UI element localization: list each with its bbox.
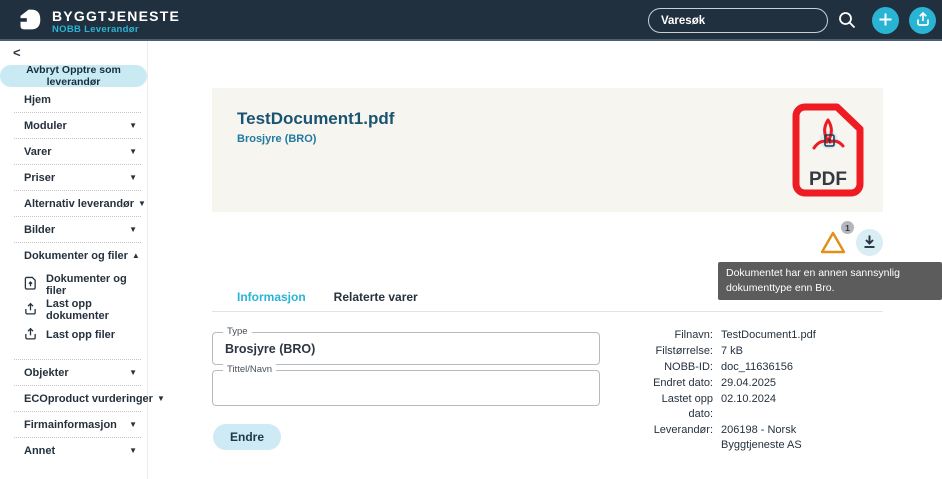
tab-divider xyxy=(212,311,883,312)
sidebar-item-label: Firmainformasjon xyxy=(24,419,125,431)
chevron-down-icon: ▼ xyxy=(129,446,137,455)
chevron-down-icon: ▼ xyxy=(129,225,137,234)
sidebar-item-varer[interactable]: Varer ▼ xyxy=(0,139,147,164)
pdf-file-icon: PDF xyxy=(791,102,865,198)
sidebar-item-objekter[interactable]: Objekter ▼ xyxy=(0,360,147,385)
type-field-input[interactable] xyxy=(213,333,599,364)
app-title: BYGGTJENESTE xyxy=(52,9,180,23)
chevron-down-icon: ▼ xyxy=(157,394,165,403)
detail-label: Leverandør: xyxy=(641,423,713,453)
detail-label: Filnavn: xyxy=(641,328,713,343)
upload-icon xyxy=(915,11,931,30)
main-content: TestDocument1.pdf Brosjyre (BRO) PDF 1 xyxy=(148,41,942,479)
sidebar-item-bilder[interactable]: Bilder ▼ xyxy=(0,217,147,242)
sidebar-item-label: Priser xyxy=(24,172,125,184)
download-icon xyxy=(861,233,878,253)
app-subtitle: NOBB Leverandør xyxy=(52,25,180,35)
detail-value: 206198 - Norsk Byggtjeneste AS xyxy=(721,423,831,453)
document-type-subtitle: Brosjyre (BRO) xyxy=(237,133,316,145)
sidebar-collapse-icon[interactable]: < xyxy=(13,45,21,61)
detail-value: 7 kB xyxy=(721,344,831,359)
sidebar-item-label: Dokumenter og filer xyxy=(24,250,128,262)
detail-label: Endret dato: xyxy=(641,376,713,391)
cancel-impersonation-button[interactable]: Avbryt Opptre som leverandør xyxy=(0,65,147,87)
sidebar-item-firmainformasjon[interactable]: Firmainformasjon ▼ xyxy=(0,412,147,437)
file-details: Filnavn: TestDocument1.pdf Filstørrelse: 7 … xyxy=(641,328,831,453)
chevron-down-icon: ▼ xyxy=(129,147,137,156)
sidebar-item-ecoproduct-vurderinger[interactable]: ECOproduct vurderinger▼ xyxy=(0,386,147,411)
detail-value: doc_11636156 xyxy=(721,360,831,375)
sidebar-nav: HjemModuler▼Varer▼Priser▼Alternativ leve… xyxy=(0,87,147,463)
upload-button[interactable] xyxy=(909,7,936,34)
type-field[interactable]: Type xyxy=(212,332,600,365)
sidebar-item-label: Varer xyxy=(24,146,125,158)
detail-value: 02.10.2024 xyxy=(721,392,831,422)
sidebar-subitem-label: Last opp filer xyxy=(46,329,115,341)
add-button[interactable] xyxy=(872,7,899,34)
detail-value: TestDocument1.pdf xyxy=(721,328,831,343)
detail-value: 29.04.2025 xyxy=(721,376,831,391)
document-title: TestDocument1.pdf xyxy=(237,109,394,129)
title-field[interactable]: Tittel/Navn xyxy=(212,370,600,406)
document-icon xyxy=(24,276,37,293)
tab-bar: Informasjon Relaterte varer xyxy=(237,290,418,304)
sidebar-item-label: Annet xyxy=(24,445,125,457)
sidebar-item-moduler[interactable]: Moduler ▼ xyxy=(0,113,147,138)
chevron-down-icon: ▼ xyxy=(129,173,137,182)
plus-icon xyxy=(878,12,893,30)
sidebar-item-annet[interactable]: Annet ▼ xyxy=(0,438,147,463)
download-button[interactable] xyxy=(856,229,883,256)
svg-text:PDF: PDF xyxy=(809,169,847,190)
sidebar-subitem-dokumenter-og-filer[interactable]: Dokumenter og filer xyxy=(0,272,147,297)
warning-tooltip: Dokumentet har en annen sannsynlig dokum… xyxy=(718,262,942,300)
sidebar-item-label: Bilder xyxy=(24,224,125,236)
edit-submit-button[interactable]: Endre xyxy=(213,424,281,450)
sidebar-item-priser[interactable]: Priser ▼ xyxy=(0,165,147,190)
detail-label: Lastet opp dato: xyxy=(641,392,713,422)
upload-icon xyxy=(24,302,37,318)
sidebar-item-label: Alternativ leverandør xyxy=(24,198,134,210)
sidebar-item-label: Hjem xyxy=(24,94,137,106)
sidebar-subitem-label: Last opp dokumenter xyxy=(46,298,147,322)
sidebar-subitems: Dokumenter og filerLast opp dokumenter La… xyxy=(0,268,147,359)
title-field-input[interactable] xyxy=(213,371,599,405)
sidebar-item-dokumenter-og-filer[interactable]: Dokumenter og filer ▲ xyxy=(0,243,147,268)
upload-icon xyxy=(24,327,37,343)
chevron-up-icon: ▲ xyxy=(132,251,140,260)
sidebar-subitem-last-opp-filer[interactable]: Last opp filer xyxy=(0,322,147,347)
chevron-down-icon: ▼ xyxy=(129,420,137,429)
app-header: BYGGTJENESTE NOBB Leverandør xyxy=(0,0,942,41)
sidebar: < Avbryt Opptre som leverandør Hjem Modul… xyxy=(0,41,148,479)
sidebar-item-label: ECOproduct vurderinger xyxy=(24,393,153,405)
type-field-label: Type xyxy=(223,326,252,338)
tab-relaterte-varer[interactable]: Relaterte varer xyxy=(334,290,418,304)
sidebar-item-label: Objekter xyxy=(24,367,125,379)
tab-informasjon[interactable]: Informasjon xyxy=(237,290,306,304)
title-field-label: Tittel/Navn xyxy=(223,364,276,376)
document-header-panel: TestDocument1.pdf Brosjyre (BRO) PDF xyxy=(212,88,883,212)
sidebar-subitem-label: Dokumenter og filer xyxy=(46,273,147,297)
sidebar-item-label: Moduler xyxy=(24,120,125,132)
sidebar-subitem-last-opp-dokumenter[interactable]: Last opp dokumenter xyxy=(0,297,147,322)
byggtjeneste-logo-icon xyxy=(16,6,43,38)
sidebar-item-hjem[interactable]: Hjem xyxy=(0,87,147,112)
chevron-down-icon: ▼ xyxy=(129,368,137,377)
detail-label: NOBB-ID: xyxy=(641,360,713,375)
search-input[interactable] xyxy=(648,8,828,33)
detail-label: Filstørrelse: xyxy=(641,344,713,359)
sidebar-item-alternativ-leverand-r[interactable]: Alternativ leverandør ▼ xyxy=(0,191,147,216)
logo[interactable]: BYGGTJENESTE NOBB Leverandør xyxy=(16,6,180,38)
chevron-down-icon: ▼ xyxy=(129,121,137,130)
chevron-down-icon: ▼ xyxy=(138,199,146,208)
search-icon[interactable] xyxy=(837,10,857,30)
document-type-warning[interactable]: 1 xyxy=(818,228,850,258)
warning-count-badge: 1 xyxy=(841,221,854,234)
